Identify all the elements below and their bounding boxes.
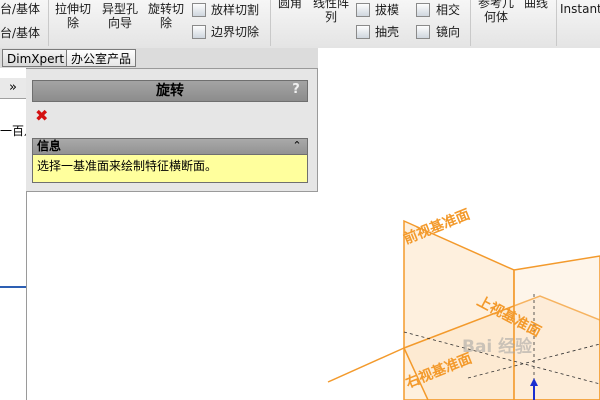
collapse-chevron-icon[interactable]: ⌃ (290, 139, 304, 153)
boundary-cut-icon[interactable] (192, 25, 206, 39)
mirror-label[interactable]: 镜向 (436, 25, 460, 39)
linear-pattern-button[interactable]: 线性阵 列 (308, 0, 354, 24)
draft-label[interactable]: 拔模 (375, 3, 399, 17)
expand-panel-button[interactable]: » (0, 78, 26, 99)
command-manager-tabs: DimXpert 办公室产品 (0, 48, 318, 69)
info-group-header[interactable]: 信息 (32, 138, 308, 155)
feature-tree-panel (0, 68, 27, 400)
boundary-cut-label[interactable]: 边界切除 (211, 25, 259, 39)
curves-button[interactable]: 曲线 (524, 0, 548, 10)
boss-base-label-1[interactable]: 台/基体 (0, 2, 40, 16)
info-message: 选择一基准面来绘制特征横断面。 (32, 155, 308, 183)
help-icon[interactable]: ? (288, 82, 304, 98)
watermark: Bai 经验 (462, 337, 533, 357)
mirror-icon[interactable] (416, 25, 430, 39)
lofted-cut-icon[interactable] (192, 3, 206, 17)
property-manager-title: 旋转 (32, 80, 308, 102)
lofted-cut-label[interactable]: 放样切割 (211, 3, 259, 17)
hole-wizard-label: 异型孔 向导 (101, 2, 138, 30)
plane-edge (327, 347, 405, 383)
reference-geometry-button[interactable]: 参考几 何体 (474, 0, 518, 24)
cancel-icon[interactable]: ✖ (35, 108, 49, 124)
intersect-label[interactable]: 相交 (436, 3, 460, 17)
ribbon-separator (556, 0, 557, 46)
reference-planes-view: 前视基准面 上视基准面 右视基准面 (327, 206, 600, 400)
tab-dimxpert[interactable]: DimXpert (2, 49, 70, 67)
tree-selection-line (0, 286, 26, 288)
ribbon-separator (48, 0, 49, 46)
fillet-button[interactable]: 圆角 (278, 0, 302, 10)
ribbon-separator (270, 0, 271, 46)
extrude-cut-label: 拉伸切 除 (54, 2, 91, 30)
boss-base-label-2[interactable]: 台/基体 (0, 26, 40, 40)
intersect-icon[interactable] (416, 3, 430, 17)
shell-label[interactable]: 抽壳 (375, 25, 399, 39)
shell-icon[interactable] (356, 25, 370, 39)
instant3d-button[interactable]: Instant3 (560, 2, 600, 16)
feature-ribbon: 台/基体 台/基体 拉伸切 除 异型孔 向导 旋转切 除 放样切割 边界切除 圆… (0, 0, 600, 49)
tab-office-products[interactable]: 办公室产品 (66, 49, 137, 67)
revolve-cut-label: 旋转切 除 (147, 2, 184, 30)
ribbon-separator (470, 0, 471, 46)
graphics-area[interactable]: 前视基准面 上视基准面 右视基准面 (318, 48, 600, 400)
draft-icon[interactable] (356, 3, 370, 17)
